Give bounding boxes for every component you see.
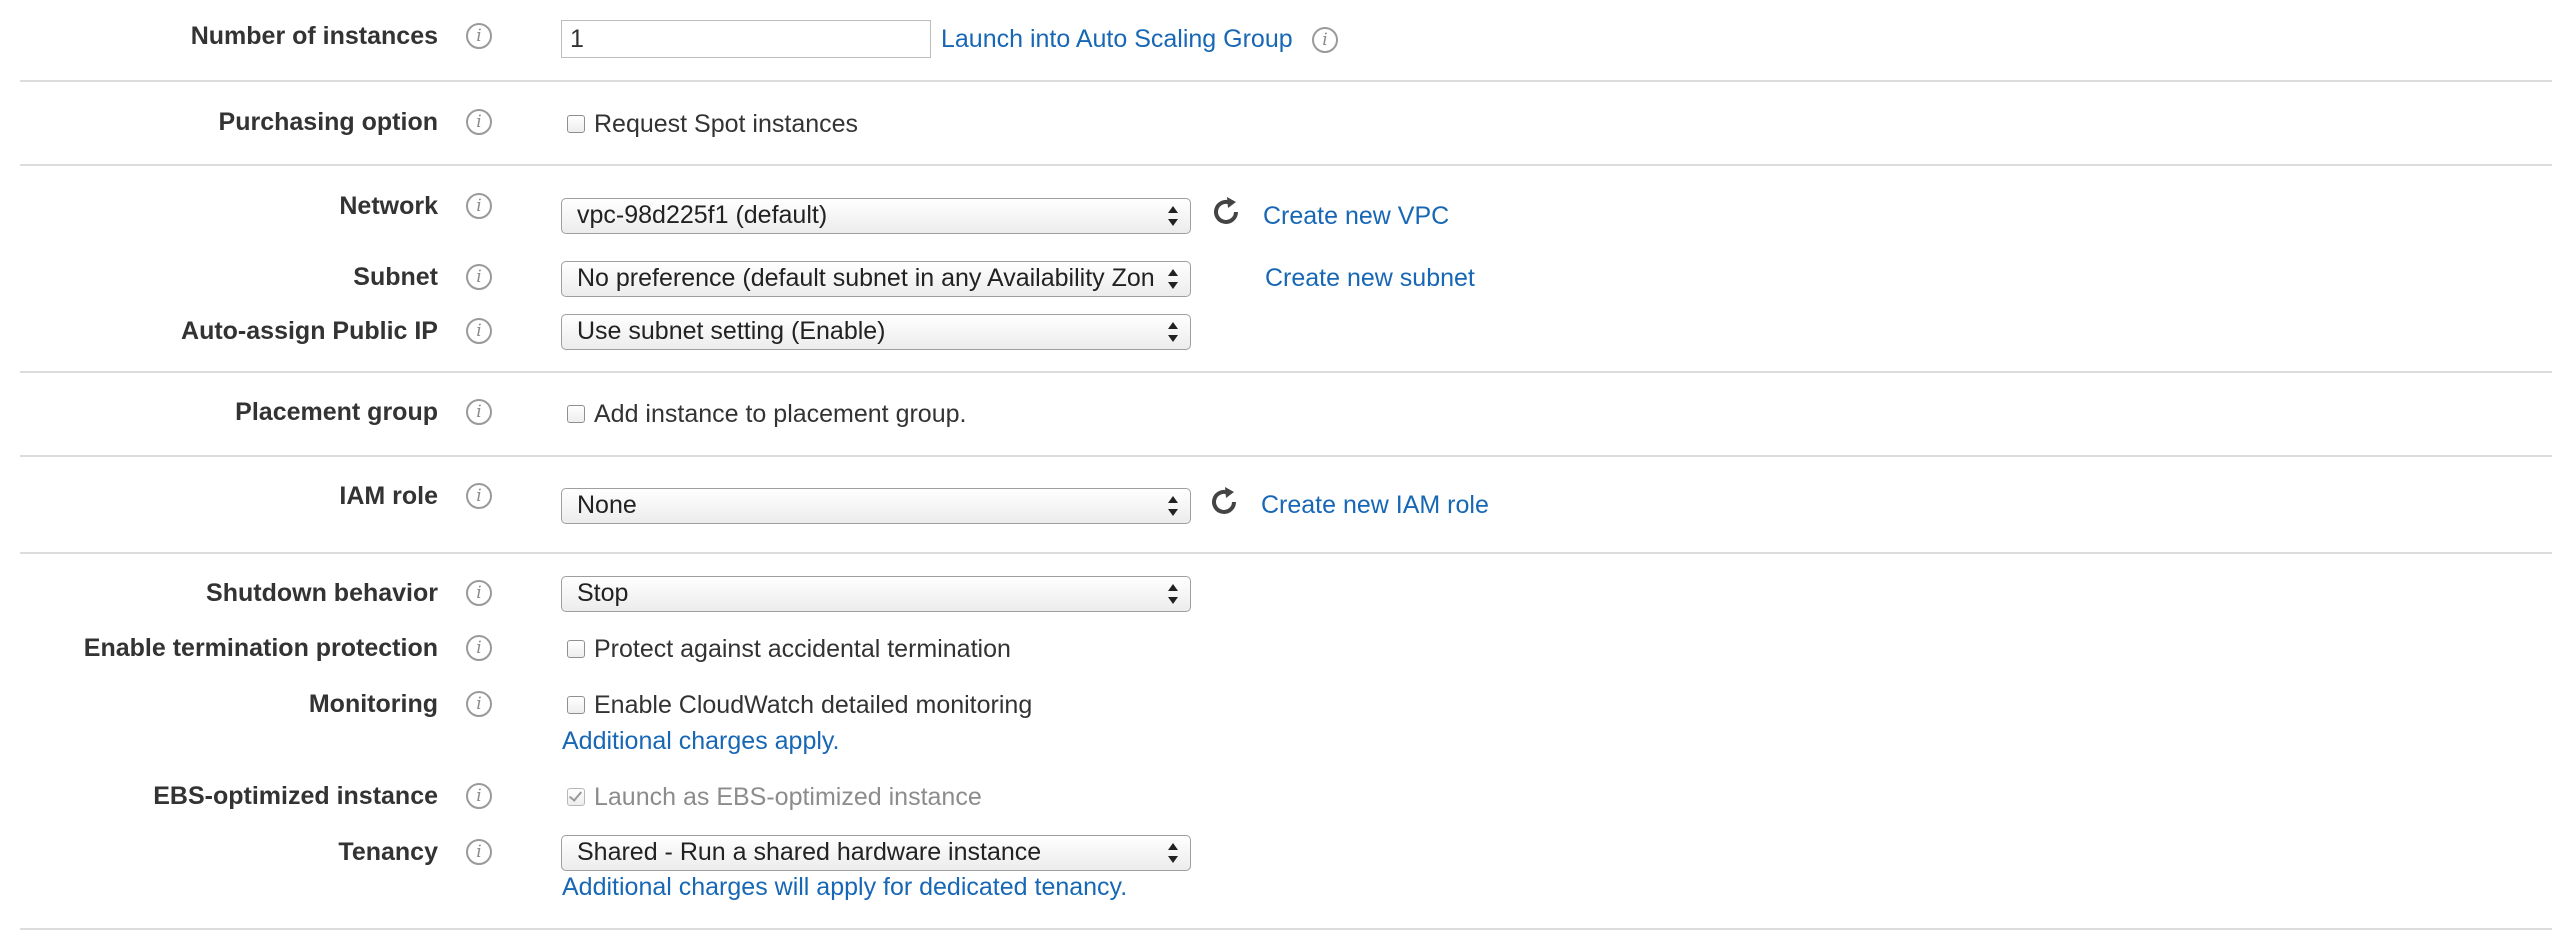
select-arrows-icon: [1168, 322, 1178, 342]
placement-group-label: Placement group: [235, 398, 438, 426]
network-select-value: vpc-98d225f1 (default): [577, 201, 828, 229]
placement-group-checkbox-label: Add instance to placement group.: [594, 400, 967, 428]
section-divider: [20, 455, 2552, 457]
request-spot-checkbox[interactable]: [567, 115, 585, 133]
select-arrows-icon: [1168, 206, 1178, 226]
tenancy-select-value: Shared - Run a shared hardware instance: [577, 838, 1042, 866]
termination-protection-checkbox[interactable]: [567, 640, 585, 658]
create-new-vpc-link[interactable]: Create new VPC: [1263, 201, 1449, 231]
iam-role-select[interactable]: None: [561, 488, 1191, 524]
create-new-iam-role-link[interactable]: Create new IAM role: [1261, 490, 1489, 520]
termination-protection-checkbox-label: Protect against accidental termination: [594, 635, 1011, 663]
info-icon[interactable]: i: [466, 264, 492, 290]
auto-assign-ip-select-value: Use subnet setting (Enable): [577, 317, 886, 345]
info-icon[interactable]: i: [466, 318, 492, 344]
select-arrows-icon: [1168, 584, 1178, 604]
section-divider: [20, 164, 2552, 166]
info-icon[interactable]: i: [466, 399, 492, 425]
iam-role-label: IAM role: [339, 482, 438, 510]
tenancy-label: Tenancy: [338, 838, 438, 866]
network-label: Network: [339, 192, 438, 220]
number-of-instances-label: Number of instances: [190, 22, 438, 50]
info-icon[interactable]: i: [466, 783, 492, 809]
monitoring-checkbox-label: Enable CloudWatch detailed monitoring: [594, 691, 1033, 719]
create-new-subnet-link[interactable]: Create new subnet: [1265, 263, 1475, 293]
launch-auto-scaling-link[interactable]: Launch into Auto Scaling Group: [941, 24, 1293, 54]
network-select[interactable]: vpc-98d225f1 (default): [561, 198, 1191, 234]
shutdown-behavior-label: Shutdown behavior: [206, 579, 438, 607]
section-divider: [20, 371, 2552, 373]
info-icon[interactable]: i: [466, 580, 492, 606]
info-icon[interactable]: i: [466, 839, 492, 865]
select-arrows-icon: [1168, 496, 1178, 516]
shutdown-behavior-select[interactable]: Stop: [561, 576, 1191, 612]
auto-assign-ip-label: Auto-assign Public IP: [181, 317, 438, 345]
monitoring-label: Monitoring: [308, 690, 438, 718]
iam-role-select-value: None: [577, 491, 637, 519]
number-of-instances-input[interactable]: [561, 20, 931, 58]
refresh-icon[interactable]: [1206, 484, 1242, 520]
info-icon[interactable]: i: [1312, 27, 1338, 53]
section-divider: [20, 928, 2552, 930]
info-icon[interactable]: i: [466, 691, 492, 717]
placement-group-checkbox[interactable]: [567, 405, 585, 423]
info-icon[interactable]: i: [466, 23, 492, 49]
ebs-optimized-label: EBS-optimized instance: [153, 782, 438, 810]
section-divider: [20, 80, 2552, 82]
auto-assign-ip-select[interactable]: Use subnet setting (Enable): [561, 314, 1191, 350]
tenancy-select[interactable]: Shared - Run a shared hardware instance: [561, 835, 1191, 871]
ebs-optimized-checkbox: [567, 788, 585, 806]
section-divider: [20, 552, 2552, 554]
request-spot-label: Request Spot instances: [594, 110, 859, 138]
shutdown-behavior-select-value: Stop: [577, 579, 629, 607]
info-icon[interactable]: i: [466, 193, 492, 219]
subnet-label: Subnet: [353, 263, 438, 291]
info-icon[interactable]: i: [466, 109, 492, 135]
dedicated-tenancy-charges-link[interactable]: Additional charges will apply for dedica…: [562, 872, 1127, 902]
info-icon[interactable]: i: [466, 635, 492, 661]
refresh-icon[interactable]: [1208, 194, 1244, 230]
ebs-optimized-checkbox-label: Launch as EBS-optimized instance: [594, 783, 982, 811]
info-icon[interactable]: i: [466, 483, 492, 509]
monitoring-checkbox[interactable]: [567, 696, 585, 714]
additional-charges-link[interactable]: Additional charges apply.: [562, 726, 840, 756]
purchasing-option-label: Purchasing option: [218, 108, 438, 136]
select-arrows-icon: [1168, 843, 1178, 863]
termination-protection-label: Enable termination protection: [83, 634, 438, 662]
select-arrows-icon: [1168, 269, 1178, 289]
subnet-select[interactable]: No preference (default subnet in any Ava…: [561, 261, 1191, 297]
subnet-select-value: No preference (default subnet in any Ava…: [577, 264, 1155, 292]
